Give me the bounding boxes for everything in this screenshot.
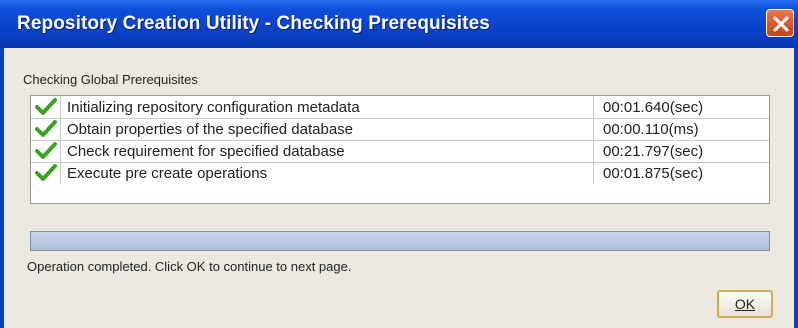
status-message: Operation completed. Click OK to continu… — [27, 259, 352, 274]
table-row[interactable]: Execute pre create operations 00:01.875(… — [31, 162, 769, 184]
column-divider — [593, 96, 594, 118]
prerequisite-description: Obtain properties of the specified datab… — [67, 121, 354, 138]
close-icon — [773, 16, 789, 32]
column-divider — [60, 140, 61, 162]
check-icon — [35, 164, 57, 181]
prerequisite-time: 00:01.640(sec) — [603, 99, 704, 116]
prerequisite-time: 00:01.875(sec) — [603, 165, 704, 182]
prerequisite-time: 00:00.110(ms) — [603, 121, 699, 138]
column-divider — [60, 118, 61, 140]
prerequisite-description: Check requirement for specified database — [67, 143, 345, 160]
table-row[interactable]: Check requirement for specified database… — [31, 140, 769, 163]
column-divider — [593, 162, 594, 184]
table-row[interactable]: Initializing repository configuration me… — [31, 96, 769, 119]
title-bar[interactable]: Repository Creation Utility - Checking P… — [0, 0, 798, 48]
prerequisite-time: 00:21.797(sec) — [603, 143, 704, 160]
progress-fill — [31, 232, 769, 250]
column-divider — [60, 162, 61, 184]
column-divider — [60, 96, 61, 118]
check-icon — [35, 142, 57, 159]
close-button[interactable] — [766, 9, 794, 37]
check-icon — [35, 120, 57, 137]
prerequisite-description: Execute pre create operations — [67, 165, 268, 182]
window-title: Repository Creation Utility - Checking P… — [17, 13, 490, 34]
prerequisites-table: Initializing repository configuration me… — [30, 95, 770, 204]
column-divider — [593, 140, 594, 162]
check-icon — [35, 98, 57, 115]
progress-bar — [30, 231, 770, 251]
group-label: Checking Global Prerequisites — [23, 72, 198, 87]
ok-button[interactable]: OK — [717, 290, 773, 318]
ok-button-label: OK — [734, 296, 756, 312]
prerequisite-description: Initializing repository configuration me… — [67, 99, 360, 116]
table-row[interactable]: Obtain properties of the specified datab… — [31, 118, 769, 141]
dialog-window: Repository Creation Utility - Checking P… — [0, 0, 798, 328]
column-divider — [593, 118, 594, 140]
